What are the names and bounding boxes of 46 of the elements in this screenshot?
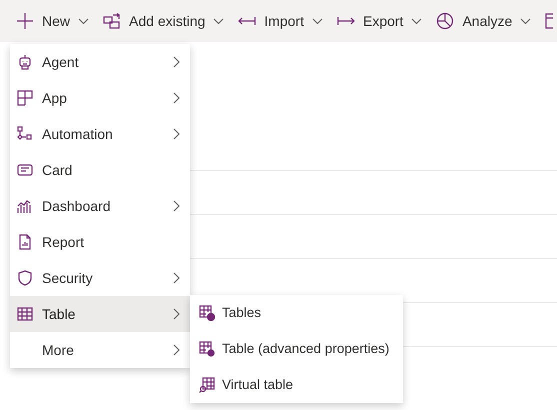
table-search-icon	[199, 377, 215, 393]
chevron-down-icon	[520, 18, 532, 24]
menu-item[interactable]: Dashboard	[10, 188, 190, 224]
plus-icon	[16, 12, 34, 30]
chevron-right-icon	[173, 308, 180, 320]
toolbar-button[interactable]: Export	[334, 5, 424, 37]
menu-item[interactable]: Table (advanced properties)	[190, 331, 403, 367]
toolbar-button[interactable]: Analyze	[434, 5, 534, 37]
chevron-down-icon	[411, 18, 422, 24]
table-icon	[17, 306, 33, 322]
toolbar-button[interactable]: Import	[236, 5, 325, 37]
menu-item[interactable]: Agent	[10, 44, 190, 80]
menu-item[interactable]: Tables	[190, 295, 403, 331]
chevron-right-icon	[173, 344, 180, 356]
flow-icon	[17, 126, 33, 142]
menu-item[interactable]: App	[10, 80, 190, 116]
chevron-right-icon	[173, 56, 180, 68]
toolbar-button[interactable]: Add existing	[101, 5, 226, 37]
import-icon	[238, 16, 256, 26]
chevron-right-icon	[173, 128, 180, 140]
chevron-right-icon	[173, 92, 180, 104]
chevron-down-icon	[312, 18, 323, 24]
chevron-right-icon	[173, 200, 180, 212]
add-existing-icon	[103, 13, 122, 29]
menu-item[interactable]: Table	[10, 296, 190, 332]
menu-item[interactable]: More	[10, 332, 190, 368]
table-gear-icon	[199, 341, 215, 357]
toolbar-button[interactable]: New	[14, 5, 92, 37]
shield-icon	[17, 270, 33, 286]
menu-item[interactable]: Security	[10, 260, 190, 296]
export-icon	[336, 16, 355, 26]
menu-item[interactable]: Automation	[10, 116, 190, 152]
menu-item[interactable]: Card	[10, 152, 190, 188]
pie-chart-icon	[436, 12, 454, 30]
card-icon	[17, 162, 33, 178]
table-plus-icon	[199, 305, 215, 321]
grid-icon	[17, 90, 33, 106]
bar-chart-icon	[17, 198, 33, 214]
chevron-down-icon	[78, 18, 90, 24]
report-icon	[17, 234, 33, 250]
menu-item[interactable]: Report	[10, 224, 190, 260]
panel-icon[interactable]	[545, 13, 554, 29]
menu-item[interactable]: Virtual table	[190, 367, 403, 403]
robot-icon	[17, 54, 33, 70]
chevron-down-icon	[213, 18, 224, 24]
chevron-right-icon	[173, 272, 180, 284]
